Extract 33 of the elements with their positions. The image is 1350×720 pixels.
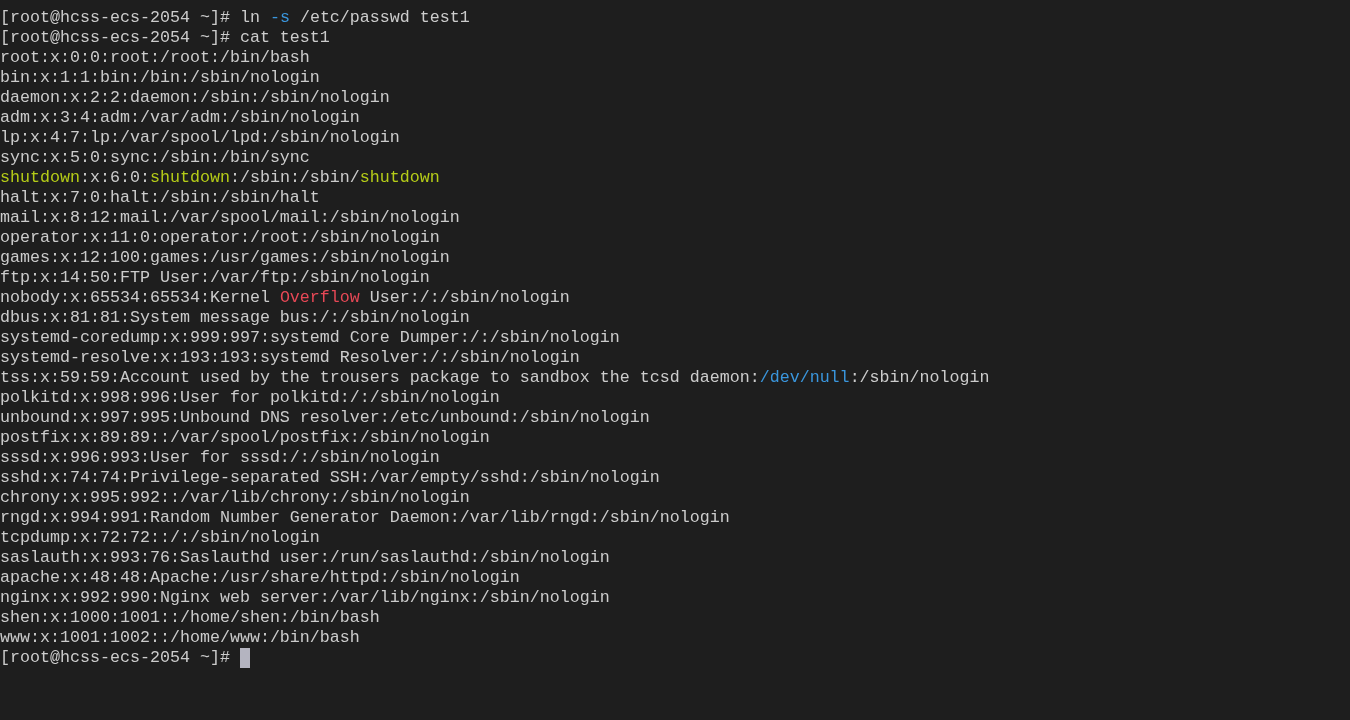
terminal-line: games:x:12:100:games:/usr/games:/sbin/nologin [0,248,450,268]
terminal-line: tcpdump:x:72:72::/:/sbin/nologin [0,528,320,548]
terminal-line: tss:x:59:59:Account used by the trousers package to sandbox the tcsd daemon:/dev/null:/sbin/nologin [0,368,990,388]
terminal-line: operator:x:11:0:operator:/root:/sbin/nologin [0,228,440,248]
terminal-line: dbus:x:81:81:System message bus:/:/sbin/nologin [0,308,470,328]
terminal-line: rngd:x:994:991:Random Number Generator Daemon:/var/lib/rngd:/sbin/nologin [0,508,730,528]
terminal-line: sync:x:5:0:sync:/sbin:/bin/sync [0,148,310,168]
terminal-line: nginx:x:992:990:Nginx web server:/var/lib/nginx:/sbin/nologin [0,588,610,608]
terminal-line: shen:x:1000:1001::/home/shen:/bin/bash [0,608,380,628]
terminal-line: mail:x:8:12:mail:/var/spool/mail:/sbin/nologin [0,208,460,228]
terminal-line: sssd:x:996:993:User for sssd:/:/sbin/nologin [0,448,440,468]
terminal-line: [root@hcss-ecs-2054 ~]# ln -s /etc/passwd test1 [0,8,470,28]
terminal-line: systemd-resolve:x:193:193:systemd Resolver:/:/sbin/nologin [0,348,580,368]
terminal-line: root:x:0:0:root:/root:/bin/bash [0,48,310,68]
terminal-line: systemd-coredump:x:999:997:systemd Core Dumper:/:/sbin/nologin [0,328,620,348]
terminal-line: chrony:x:995:992::/var/lib/chrony:/sbin/nologin [0,488,470,508]
terminal-line: lp:x:4:7:lp:/var/spool/lpd:/sbin/nologin [0,128,400,148]
terminal-line: adm:x:3:4:adm:/var/adm:/sbin/nologin [0,108,360,128]
terminal-line: ftp:x:14:50:FTP User:/var/ftp:/sbin/nologin [0,268,430,288]
terminal-line: nobody:x:65534:65534:Kernel Overflow User:/:/sbin/nologin [0,288,570,308]
terminal-line: [root@hcss-ecs-2054 ~]# cat test1 [0,28,330,48]
terminal-line: daemon:x:2:2:daemon:/sbin:/sbin/nologin [0,88,390,108]
terminal-line: [root@hcss-ecs-2054 ~]# [0,648,231,668]
terminal-line: polkitd:x:998:996:User for polkitd:/:/sbin/nologin [0,388,500,408]
terminal-line: saslauth:x:993:76:Saslauthd user:/run/saslauthd:/sbin/nologin [0,548,610,568]
terminal-line: sshd:x:74:74:Privilege-separated SSH:/var/empty/sshd:/sbin/nologin [0,468,660,488]
terminal-line: unbound:x:997:995:Unbound DNS resolver:/etc/unbound:/sbin/nologin [0,408,650,428]
terminal-line: www:x:1001:1002::/home/www:/bin/bash [0,628,360,648]
terminal-line: halt:x:7:0:halt:/sbin:/sbin/halt [0,188,320,208]
terminal-line: shutdown:x:6:0:shutdown:/sbin:/sbin/shutdown [0,168,440,188]
terminal-line: postfix:x:89:89::/var/spool/postfix:/sbin/nologin [0,428,490,448]
terminal-line: bin:x:1:1:bin:/bin:/sbin/nologin [0,68,320,88]
terminal-line: apache:x:48:48:Apache:/usr/share/httpd:/sbin/nologin [0,568,520,588]
